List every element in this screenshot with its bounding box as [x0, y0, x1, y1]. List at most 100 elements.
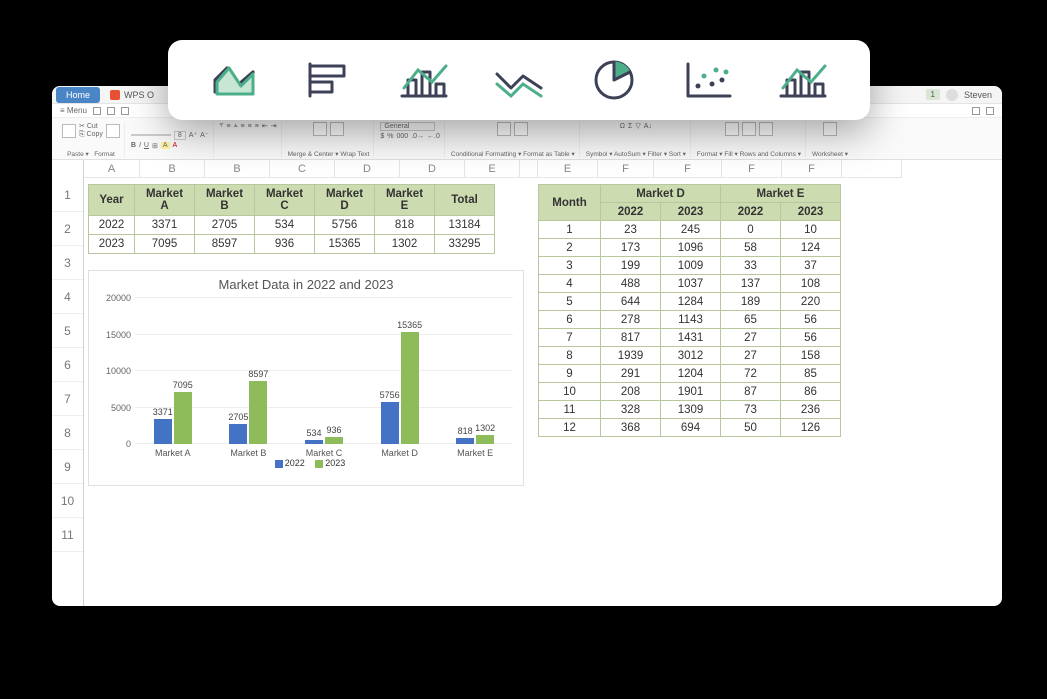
settings-icon[interactable]: [986, 107, 994, 115]
cell[interactable]: 199: [601, 257, 661, 275]
conditional-formatting-icon[interactable]: [497, 122, 511, 136]
cell[interactable]: 6: [539, 311, 601, 329]
cell[interactable]: 1901: [661, 383, 721, 401]
cell[interactable]: 368: [601, 419, 661, 437]
shrink-font-icon[interactable]: A⁻: [200, 131, 208, 139]
row-header[interactable]: 5: [52, 314, 83, 348]
cell[interactable]: 1143: [661, 311, 721, 329]
th-2022[interactable]: 2022: [601, 203, 661, 221]
th-market-d[interactable]: Market D: [601, 185, 721, 203]
cell[interactable]: 3012: [661, 347, 721, 365]
col-header[interactable]: E: [538, 160, 598, 178]
cell[interactable]: 5756: [315, 216, 375, 235]
autosum-button[interactable]: Σ: [628, 123, 632, 130]
col-header[interactable]: B: [205, 160, 270, 178]
cell[interactable]: 56: [781, 311, 841, 329]
cell[interactable]: 12: [539, 419, 601, 437]
th-2022[interactable]: 2022: [721, 203, 781, 221]
cell[interactable]: 1309: [661, 401, 721, 419]
font-color-button[interactable]: A: [173, 142, 178, 149]
filter-button[interactable]: ▽: [635, 122, 640, 130]
cell[interactable]: 534: [255, 216, 315, 235]
user-avatar[interactable]: [946, 89, 958, 101]
col-header[interactable]: F: [722, 160, 782, 178]
cell[interactable]: 818: [375, 216, 435, 235]
format-painter-icon[interactable]: [106, 124, 120, 138]
cell[interactable]: 108: [781, 275, 841, 293]
align-left-icon[interactable]: ≡: [241, 123, 245, 130]
col-header[interactable]: F: [654, 160, 722, 178]
cell[interactable]: 158: [781, 347, 841, 365]
font-family[interactable]: [131, 134, 171, 136]
fill-icon[interactable]: [742, 122, 756, 136]
th-md[interactable]: Market D: [315, 185, 375, 216]
underline-button[interactable]: U: [144, 142, 149, 149]
cell[interactable]: 5: [539, 293, 601, 311]
share-icon[interactable]: [972, 107, 980, 115]
cell[interactable]: 644: [601, 293, 661, 311]
th-2023[interactable]: 2023: [781, 203, 841, 221]
th-mb[interactable]: Market B: [195, 185, 255, 216]
undo-icon[interactable]: [121, 107, 129, 115]
number-format-select[interactable]: General: [380, 122, 435, 131]
combo-chart-icon[interactable]: [394, 56, 454, 104]
notification-badge[interactable]: 1: [926, 89, 940, 100]
hbar-chart-icon[interactable]: [300, 56, 360, 104]
row-header[interactable]: 9: [52, 450, 83, 484]
cell[interactable]: 1284: [661, 293, 721, 311]
cell[interactable]: 7: [539, 329, 601, 347]
bold-button[interactable]: B: [131, 142, 136, 149]
worksheet-icon[interactable]: [823, 122, 837, 136]
th-month[interactable]: Month: [539, 185, 601, 221]
percent-icon[interactable]: %: [387, 133, 393, 140]
symbol-button[interactable]: Ω: [620, 123, 625, 130]
cell[interactable]: 87: [721, 383, 781, 401]
cell[interactable]: 15365: [315, 235, 375, 254]
fill-color-button[interactable]: A: [161, 142, 170, 149]
cell[interactable]: 3371: [135, 216, 195, 235]
wrap-text-icon[interactable]: [330, 122, 344, 136]
decrease-decimal-icon[interactable]: ←.0: [427, 133, 440, 140]
cell[interactable]: 245: [661, 221, 721, 239]
th-me[interactable]: Market E: [375, 185, 435, 216]
italic-button[interactable]: I: [139, 142, 141, 149]
cell[interactable]: 1302: [375, 235, 435, 254]
line-chart-icon[interactable]: [489, 56, 549, 104]
cell[interactable]: 0: [721, 221, 781, 239]
cell[interactable]: 8597: [195, 235, 255, 254]
cell[interactable]: 236: [781, 401, 841, 419]
col-header[interactable]: D: [335, 160, 400, 178]
cell[interactable]: 2022: [89, 216, 135, 235]
row-header[interactable]: 11: [52, 518, 83, 552]
comma-icon[interactable]: 000: [397, 133, 409, 140]
cell[interactable]: 1204: [661, 365, 721, 383]
monthly-table[interactable]: Month Market D Market E 2022 2023 2022 2…: [538, 184, 841, 437]
tab-home[interactable]: Home: [56, 87, 100, 103]
font-size[interactable]: 8: [174, 131, 186, 140]
cell[interactable]: 488: [601, 275, 661, 293]
cell[interactable]: 1096: [661, 239, 721, 257]
row-header[interactable]: 2: [52, 212, 83, 246]
cell[interactable]: 58: [721, 239, 781, 257]
align-center-icon[interactable]: ≡: [248, 123, 252, 130]
row-header[interactable]: 3: [52, 246, 83, 280]
col-header[interactable]: A: [84, 160, 140, 178]
save-icon[interactable]: [93, 107, 101, 115]
sort-button[interactable]: A↓: [644, 123, 652, 130]
format-cells-icon[interactable]: [725, 122, 739, 136]
cell[interactable]: 11: [539, 401, 601, 419]
cell[interactable]: 189: [721, 293, 781, 311]
indent-increase-icon[interactable]: ⇥: [271, 122, 277, 130]
cell[interactable]: 124: [781, 239, 841, 257]
cell[interactable]: 33: [721, 257, 781, 275]
align-right-icon[interactable]: ≡: [255, 123, 259, 130]
increase-decimal-icon[interactable]: .0→: [411, 133, 424, 140]
tab-document[interactable]: WPS O: [104, 90, 160, 100]
cell[interactable]: 72: [721, 365, 781, 383]
cell[interactable]: 173: [601, 239, 661, 257]
cell[interactable]: 817: [601, 329, 661, 347]
scatter-chart-icon[interactable]: [678, 56, 738, 104]
row-header[interactable]: 7: [52, 382, 83, 416]
cell[interactable]: 56: [781, 329, 841, 347]
cell[interactable]: 23: [601, 221, 661, 239]
